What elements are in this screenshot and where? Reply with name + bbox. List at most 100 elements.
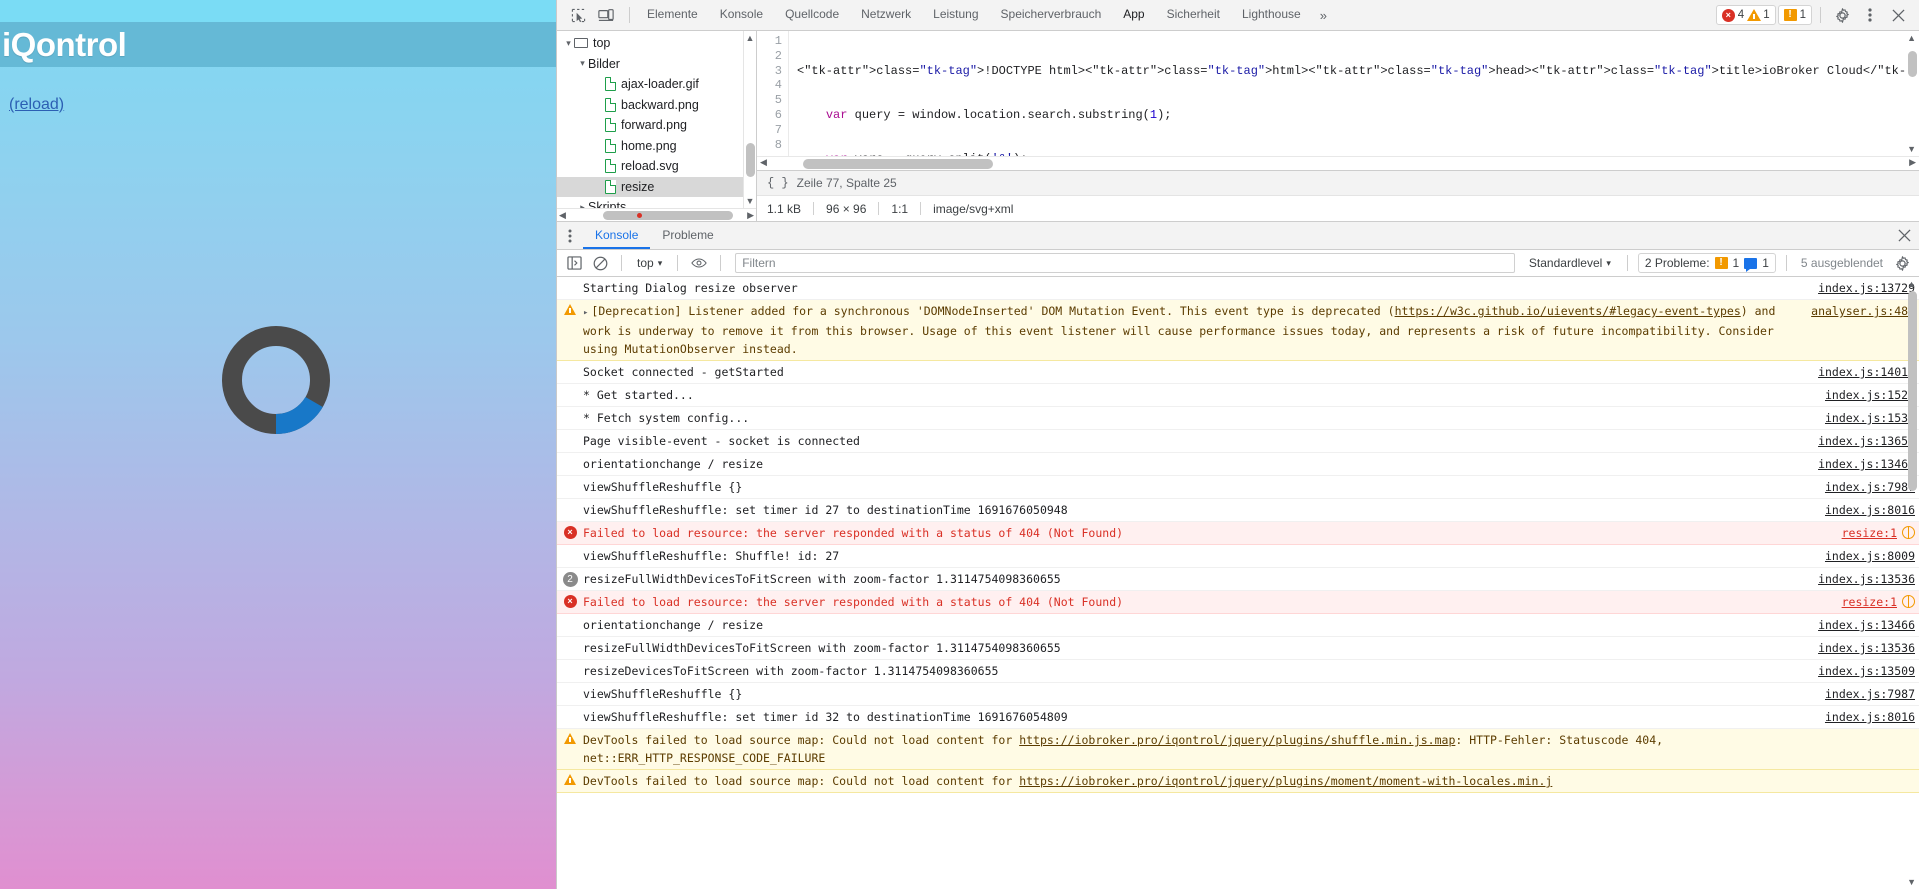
tree-row-file[interactable]: reload.svg xyxy=(557,156,756,177)
message-source-link[interactable]: index.js:1535 xyxy=(1817,409,1915,427)
console-message[interactable]: viewShuffleReshuffle: set timer id 27 to… xyxy=(557,499,1919,522)
hscrollbar-thumb[interactable] xyxy=(803,159,993,169)
source-horizontal-scrollbar[interactable]: ◀ ▶ xyxy=(757,156,1919,170)
message-source-link[interactable]: index.js:13729 xyxy=(1810,279,1915,297)
tab-lighthouse[interactable]: Lighthouse xyxy=(1231,0,1312,30)
scrollbar-thumb[interactable] xyxy=(1908,291,1917,491)
chevron-down-icon[interactable]: ▾ xyxy=(577,58,588,69)
tree-row-bilder[interactable]: ▾ Bilder xyxy=(557,54,756,75)
tree-row-skripts[interactable]: ▸ Skripts xyxy=(557,197,756,208)
scroll-right-arrow[interactable]: ▶ xyxy=(1909,157,1916,168)
message-source-link[interactable]: index.js:8016 xyxy=(1817,708,1915,726)
message-source-link[interactable]: index.js:13509 xyxy=(1810,662,1915,680)
message-source-link[interactable]: index.js:13466 xyxy=(1810,616,1915,634)
console-message-warning[interactable]: ▸ [Deprecation] Listener added for a sync… xyxy=(557,300,1919,361)
issue-counters[interactable]: × 4 1 xyxy=(1715,5,1776,25)
console-message[interactable]: viewShuffleReshuffle: Shuffle! id: 27 in… xyxy=(557,545,1919,568)
tree-row-file[interactable]: forward.png xyxy=(557,115,756,136)
console-context-select[interactable]: top ▾ xyxy=(632,253,667,273)
scroll-up-arrow[interactable]: ▲ xyxy=(1907,33,1916,43)
tab-app[interactable]: App xyxy=(1112,0,1155,30)
tree-row-file[interactable]: home.png xyxy=(557,136,756,157)
scroll-left-arrow[interactable]: ◀ xyxy=(760,157,767,168)
scrollbar-thumb[interactable] xyxy=(745,143,755,177)
console-message[interactable]: viewShuffleReshuffle {} index.js:7987 xyxy=(557,683,1919,706)
navigator-horizontal-scrollbar[interactable]: ◀ ▶ xyxy=(557,208,756,221)
drawer-tab-probleme[interactable]: Probleme xyxy=(650,222,725,249)
scroll-down-arrow[interactable]: ▼ xyxy=(746,194,755,208)
gear-icon[interactable] xyxy=(1829,3,1855,27)
scroll-up-arrow[interactable]: ▲ xyxy=(1907,279,1916,289)
device-toolbar-icon[interactable] xyxy=(593,3,619,27)
console-message-list[interactable]: Starting Dialog resize observer index.js… xyxy=(557,277,1919,889)
console-message[interactable]: * Fetch system config... index.js:1535 xyxy=(557,407,1919,430)
console-message[interactable]: resizeDevicesToFitScreen with zoom-facto… xyxy=(557,660,1919,683)
console-level-select[interactable]: Standardlevel ▾ xyxy=(1523,253,1617,273)
more-tabs-icon[interactable]: » xyxy=(1312,8,1335,23)
navigator-vertical-scrollbar[interactable]: ▲ ▼ xyxy=(743,31,756,208)
tab-elemente[interactable]: Elemente xyxy=(636,0,709,30)
message-link[interactable]: https://iobroker.pro/iqontrol/jquery/plu… xyxy=(1019,774,1552,788)
message-source-link[interactable]: index.js:13650 xyxy=(1810,432,1915,450)
console-message-repeated[interactable]: 2 resizeFullWidthDevicesToFitScreen with… xyxy=(557,568,1919,591)
console-settings-gear-icon[interactable] xyxy=(1891,253,1913,273)
console-message-error[interactable]: × Failed to load resource: the server re… xyxy=(557,522,1919,545)
message-source-link[interactable]: analyser.js:485 xyxy=(1803,302,1915,320)
source-vertical-scrollbar[interactable]: ▲ ▼ xyxy=(1906,31,1919,156)
scroll-down-arrow[interactable]: ▼ xyxy=(1907,144,1916,154)
console-message[interactable]: orientationchange / resize index.js:1346… xyxy=(557,453,1919,476)
console-message[interactable]: viewShuffleReshuffle: set timer id 32 to… xyxy=(557,706,1919,729)
scrollbar-thumb[interactable] xyxy=(1908,51,1917,77)
console-message[interactable]: orientationchange / resize index.js:1346… xyxy=(557,614,1919,637)
drawer-kebab-menu-icon[interactable] xyxy=(557,222,583,249)
clear-console-icon[interactable] xyxy=(589,253,611,273)
tab-leistung[interactable]: Leistung xyxy=(922,0,989,30)
message-link[interactable]: https://w3c.github.io/uievents/#legacy-e… xyxy=(1395,304,1741,318)
tab-speicherverbrauch[interactable]: Speicherverbrauch xyxy=(990,0,1113,30)
tree-row-file[interactable]: ajax-loader.gif xyxy=(557,74,756,95)
expand-triangle-icon[interactable]: ▸ xyxy=(583,308,588,318)
inspect-element-icon[interactable] xyxy=(565,3,591,27)
problems-summary-button[interactable]: 2 Probleme: ! 1 1 xyxy=(1637,253,1776,273)
message-source-link[interactable]: index.js:13466 xyxy=(1810,455,1915,473)
message-source-link[interactable]: resize:1 xyxy=(1834,524,1915,542)
console-message[interactable]: * Get started... index.js:1523 xyxy=(557,384,1919,407)
drawer-tab-konsole[interactable]: Konsole xyxy=(583,222,651,249)
tab-konsole[interactable]: Konsole xyxy=(709,0,774,30)
console-message[interactable]: Starting Dialog resize observer index.js… xyxy=(557,277,1919,300)
message-source-link[interactable]: resize:1 xyxy=(1834,593,1915,611)
console-message[interactable]: viewShuffleReshuffle {} index.js:7987 xyxy=(557,476,1919,499)
console-message-error[interactable]: × Failed to load resource: the server re… xyxy=(557,591,1919,614)
close-icon[interactable] xyxy=(1885,3,1911,27)
tab-netzwerk[interactable]: Netzwerk xyxy=(850,0,922,30)
console-message-warning[interactable]: DevTools failed to load source map: Coul… xyxy=(557,770,1919,793)
scroll-up-arrow[interactable]: ▲ xyxy=(746,31,755,45)
pretty-print-icon[interactable]: { } xyxy=(767,176,789,190)
console-message[interactable]: Socket connected - getStarted index.js:1… xyxy=(557,361,1919,384)
scroll-left-arrow[interactable]: ◀ xyxy=(559,210,566,221)
scroll-right-arrow[interactable]: ▶ xyxy=(747,210,754,221)
message-source-link[interactable]: index.js:7987 xyxy=(1817,685,1915,703)
message-source-link[interactable]: index.js:8009 xyxy=(1817,547,1915,565)
console-message[interactable]: Page visible-event - socket is connected… xyxy=(557,430,1919,453)
message-source-link[interactable]: index.js:1523 xyxy=(1817,386,1915,404)
console-vertical-scrollbar[interactable]: ▲ ▼ xyxy=(1906,277,1919,889)
message-source-link[interactable]: index.js:13536 xyxy=(1810,639,1915,657)
kebab-menu-icon[interactable] xyxy=(1857,3,1883,27)
tab-quellcode[interactable]: Quellcode xyxy=(774,0,850,30)
live-expression-icon[interactable] xyxy=(688,253,710,273)
code-content[interactable]: <"tk-attr">class="tk-tag">!DOCTYPE html>… xyxy=(789,31,1919,156)
info-counter[interactable]: ! 1 xyxy=(1777,5,1812,25)
message-source-link[interactable]: index.js:8016 xyxy=(1817,501,1915,519)
tab-sicherheit[interactable]: Sicherheit xyxy=(1156,0,1231,30)
console-filter-input[interactable] xyxy=(735,253,1515,273)
tree-row-top[interactable]: ▾ top xyxy=(557,33,756,54)
tree-row-file-selected[interactable]: resize xyxy=(557,176,756,197)
console-message[interactable]: resizeFullWidthDevicesToFitScreen with z… xyxy=(557,637,1919,660)
drawer-close-icon[interactable] xyxy=(1889,222,1919,249)
message-link[interactable]: https://iobroker.pro/iqontrol/jquery/plu… xyxy=(1019,733,1455,747)
message-source-link[interactable]: index.js:14013 xyxy=(1810,363,1915,381)
message-source-link[interactable]: index.js:13536 xyxy=(1810,570,1915,588)
chevron-down-icon[interactable]: ▾ xyxy=(563,38,574,49)
reload-link[interactable]: (reload) xyxy=(9,96,64,114)
